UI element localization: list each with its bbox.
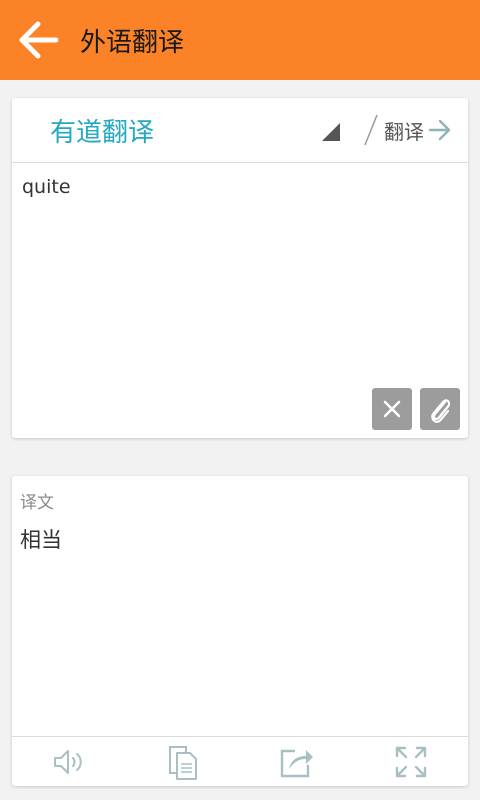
source-text-input[interactable]: quite	[20, 174, 460, 374]
result-card: 译文 相当	[12, 476, 468, 786]
share-icon	[280, 749, 313, 777]
arrow-right-icon	[428, 119, 451, 141]
page-title: 外语翻译	[80, 27, 185, 58]
fullscreen-button[interactable]	[381, 739, 441, 785]
engine-selector[interactable]: 有道翻译	[50, 112, 154, 149]
dropdown-triangle-icon[interactable]	[322, 123, 340, 141]
paperclip-icon	[431, 399, 451, 423]
engine-selector-row: 有道翻译 翻译	[12, 98, 468, 163]
result-label: 译文	[20, 493, 54, 513]
attach-button[interactable]	[420, 388, 460, 430]
result-actions-bar	[12, 736, 468, 786]
clear-button[interactable]	[372, 388, 412, 430]
share-button[interactable]	[267, 739, 327, 785]
copy-button[interactable]	[153, 739, 213, 785]
result-text: 相当	[20, 528, 62, 552]
speaker-icon	[54, 749, 82, 774]
app-bar: 外语翻译	[0, 0, 480, 80]
arrow-left-icon	[19, 21, 59, 59]
copy-icon	[169, 745, 197, 780]
back-button[interactable]	[0, 0, 76, 80]
close-icon	[383, 400, 401, 418]
translate-button[interactable]: 翻译	[384, 114, 452, 146]
fullscreen-icon	[395, 746, 427, 777]
input-card: 有道翻译 翻译 quite	[12, 98, 468, 438]
translate-button-label: 翻译	[384, 119, 424, 144]
divider-slash	[364, 114, 378, 146]
speak-button[interactable]	[39, 739, 99, 785]
